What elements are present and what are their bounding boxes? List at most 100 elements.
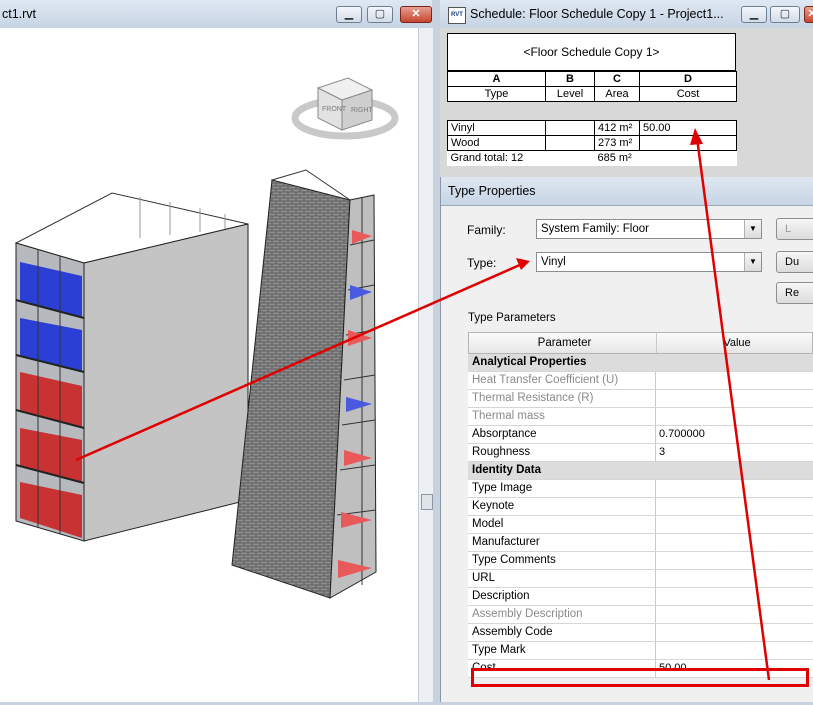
table-row[interactable]: Grand total: 12 685 m² [448, 151, 737, 166]
schedule-minimize-button[interactable]: ▁ [741, 6, 767, 23]
parameter-row[interactable]: Heat Transfer Coefficient (U) [468, 372, 813, 390]
type-select[interactable]: Vinyl ▼ [536, 252, 762, 272]
parameter-value[interactable] [656, 642, 813, 659]
parameter-name: Type Comments [468, 552, 656, 569]
column-letter-b[interactable]: B [545, 71, 595, 87]
table-row[interactable]: Vinyl 412 m² 50.00 [447, 120, 737, 136]
parameter-value [656, 372, 813, 389]
column-letter-d[interactable]: D [639, 71, 737, 87]
parameter-value[interactable] [656, 516, 813, 533]
schedule-heading: <Floor Schedule Copy 1> [447, 33, 736, 71]
parameter-row[interactable]: Type Comments [468, 552, 813, 570]
cell-area[interactable]: 412 m² [594, 120, 640, 136]
value-column-header[interactable]: Value [657, 333, 813, 353]
cell-type[interactable]: Vinyl [447, 120, 546, 136]
column-letter-a[interactable]: A [447, 71, 546, 87]
maximize-button[interactable]: ▢ [367, 6, 393, 23]
type-parameters-label: Type Parameters [468, 312, 556, 324]
column-name-cost[interactable]: Cost [639, 86, 737, 102]
column-name-level[interactable]: Level [545, 86, 595, 102]
duplicate-button[interactable]: Du [776, 251, 813, 273]
cell-cost[interactable]: 50.00 [639, 120, 737, 136]
rename-button[interactable]: Re [776, 282, 813, 304]
parameter-group-row[interactable]: Analytical Properties [468, 354, 813, 372]
parameter-row[interactable]: Description [468, 588, 813, 606]
cell-level[interactable] [545, 120, 595, 136]
parameter-row[interactable]: URL [468, 570, 813, 588]
parameter-name: Description [468, 588, 656, 605]
chevron-down-icon[interactable]: ▼ [744, 253, 761, 271]
column-names-row: Type Level Area Cost [447, 86, 737, 102]
parameter-name: Assembly Description [468, 606, 656, 623]
parameter-value[interactable] [656, 534, 813, 551]
parameter-row[interactable]: Type Mark [468, 642, 813, 660]
parameter-name: Model [468, 516, 656, 533]
right-tower [231, 169, 377, 599]
parameter-row[interactable]: Manufacturer [468, 534, 813, 552]
left-building [14, 192, 249, 542]
schedule-close-button[interactable]: ✕ [804, 6, 813, 23]
rvt-app-icon: RVT [448, 7, 466, 24]
column-name-area[interactable]: Area [594, 86, 640, 102]
family-label: Family: [467, 223, 506, 237]
parameter-name: Type Mark [468, 642, 656, 659]
view-scrollbar[interactable] [418, 28, 433, 702]
parameter-row[interactable]: Thermal Resistance (R) [468, 390, 813, 408]
parameter-row[interactable]: Thermal mass [468, 408, 813, 426]
parameter-row[interactable]: Assembly Code [468, 624, 813, 642]
view-cube-right-label: RIGHT [351, 107, 374, 114]
3d-viewport[interactable]: FRONT RIGHT [0, 28, 418, 702]
load-button[interactable]: L [776, 218, 813, 240]
cell-cost [640, 151, 737, 166]
column-name-type[interactable]: Type [447, 86, 546, 102]
parameter-value[interactable] [656, 570, 813, 587]
minimize-button[interactable]: ▁ [336, 6, 362, 23]
parameter-value[interactable]: 3 [656, 444, 813, 461]
close-button[interactable]: ✕ [400, 6, 432, 23]
parameter-row[interactable]: Model [468, 516, 813, 534]
group-label: Analytical Properties [472, 356, 587, 368]
schedule-maximize-button[interactable]: ▢ [770, 6, 800, 23]
column-letters-row: A B C D [447, 71, 737, 87]
parameter-name: Thermal mass [468, 408, 656, 425]
table-row[interactable]: Wood 273 m² [447, 135, 737, 151]
parameter-row[interactable]: Roughness 3 [468, 444, 813, 462]
parameter-value [656, 390, 813, 407]
parameter-name: Heat Transfer Coefficient (U) [468, 372, 656, 389]
cell-cost[interactable] [639, 135, 737, 151]
parameter-group-row[interactable]: Identity Data [468, 462, 813, 480]
family-select-value: System Family: Floor [541, 223, 649, 235]
cell-level[interactable] [545, 135, 595, 151]
parameter-value[interactable] [656, 498, 813, 515]
parameter-row[interactable]: Type Image [468, 480, 813, 498]
view-cube[interactable]: FRONT RIGHT [291, 77, 399, 140]
parameter-row[interactable]: Assembly Description [468, 606, 813, 624]
family-select[interactable]: System Family: Floor ▼ [536, 219, 762, 239]
column-letter-c[interactable]: C [594, 71, 640, 87]
cell-type[interactable]: Wood [447, 135, 546, 151]
schedule-titlebar[interactable]: RVT Schedule: Floor Schedule Copy 1 - Pr… [440, 0, 813, 29]
parameter-value[interactable] [656, 552, 813, 569]
type-properties-titlebar[interactable]: Type Properties [441, 177, 813, 206]
parameter-value[interactable] [656, 624, 813, 641]
parameter-row[interactable]: Keynote [468, 498, 813, 516]
type-label: Type: [467, 256, 497, 270]
parameter-column-header[interactable]: Parameter [469, 333, 657, 353]
rvt-app-badge: RVT [451, 12, 463, 18]
cell-area[interactable]: 273 m² [594, 135, 640, 151]
view-scrollbar-thumb[interactable] [421, 494, 433, 510]
parameter-name: Type Image [468, 480, 656, 497]
parameter-row[interactable]: Absorptance 0.700000 [468, 426, 813, 444]
parameter-name: Thermal Resistance (R) [468, 390, 656, 407]
parameter-value[interactable]: 0.700000 [656, 426, 813, 443]
parameter-name: Manufacturer [468, 534, 656, 551]
parameter-name: Roughness [468, 444, 656, 461]
parameter-name: URL [468, 570, 656, 587]
view-cube-front-label: FRONT [322, 106, 347, 113]
chevron-down-icon[interactable]: ▼ [744, 220, 761, 238]
view-titlebar[interactable]: ct1.rvt ▁ ▢ ✕ [0, 0, 432, 29]
grand-total-area: 685 m² [597, 152, 632, 165]
schedule-header-table: A B C D Type Level Area Cost [447, 71, 737, 102]
parameter-value[interactable] [656, 588, 813, 605]
parameter-value[interactable] [656, 480, 813, 497]
